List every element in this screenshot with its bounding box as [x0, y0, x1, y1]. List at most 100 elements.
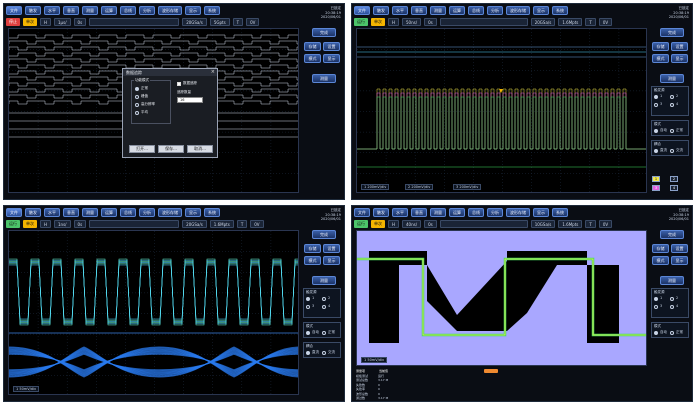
- menu-item[interactable]: 测量: [82, 6, 98, 15]
- run-stop-button[interactable]: 停止: [6, 17, 20, 26]
- measure-button[interactable]: 测量: [312, 74, 336, 83]
- menu-item[interactable]: 测量: [82, 208, 98, 217]
- menu-item[interactable]: 总线: [120, 208, 136, 217]
- mode-button[interactable]: 模式: [304, 256, 321, 265]
- menu-item[interactable]: 系统: [204, 6, 220, 15]
- source-3-radio[interactable]: [654, 103, 658, 107]
- menu-item[interactable]: 系统: [552, 208, 568, 217]
- menu-item[interactable]: 水平: [44, 6, 60, 15]
- menu-item[interactable]: 触发: [373, 208, 389, 217]
- close-icon[interactable]: ×: [211, 69, 215, 76]
- done-button[interactable]: 完成: [312, 230, 336, 239]
- trigger-level[interactable]: 0V: [246, 17, 260, 26]
- menu-item[interactable]: 运算: [449, 6, 465, 15]
- mode-normal-radio[interactable]: [670, 331, 674, 335]
- display-button[interactable]: 显示: [671, 54, 688, 63]
- source-4-radio[interactable]: [670, 305, 674, 309]
- menu-item[interactable]: 测量: [430, 6, 446, 15]
- count-select[interactable]: 16: [177, 97, 203, 103]
- channel-2-swatch[interactable]: 2: [670, 176, 678, 182]
- store-button[interactable]: 存储: [652, 42, 669, 51]
- menu-item[interactable]: 文件: [6, 208, 22, 217]
- timebase-value[interactable]: 40ns/: [402, 219, 422, 228]
- cancel-button[interactable]: 取消...: [187, 145, 213, 153]
- run-stop-button[interactable]: 运行: [354, 17, 368, 26]
- menu-item[interactable]: 水平: [44, 208, 60, 217]
- mode-auto-radio[interactable]: [654, 129, 658, 133]
- menu-item[interactable]: 垂直: [63, 6, 79, 15]
- measure-button[interactable]: 测量: [312, 276, 336, 285]
- menu-item[interactable]: 波形存储: [506, 208, 530, 217]
- menu-item[interactable]: 文件: [6, 6, 22, 15]
- mask-position-marker[interactable]: [484, 369, 498, 373]
- channel-3-scale[interactable]: 3 200mV/div: [453, 184, 482, 190]
- menu-item[interactable]: 垂直: [411, 6, 427, 15]
- delay-value[interactable]: 0s: [424, 219, 437, 228]
- menu-item[interactable]: 总线: [120, 6, 136, 15]
- menu-item[interactable]: 触发: [25, 6, 41, 15]
- channel-1-swatch[interactable]: 1: [652, 176, 660, 182]
- single-button[interactable]: 单次: [23, 17, 37, 26]
- run-stop-button[interactable]: 运行: [354, 219, 368, 228]
- channel-1-scale[interactable]: 1 50mV/div: [13, 386, 40, 392]
- mode-normal-radio[interactable]: [670, 129, 674, 133]
- mode-normal-radio[interactable]: [322, 331, 326, 335]
- channel-1-scale[interactable]: 1 50mV/div: [361, 357, 388, 363]
- source-2-radio[interactable]: [670, 297, 674, 301]
- menu-item[interactable]: 系统: [204, 208, 220, 217]
- source-2-radio[interactable]: [322, 297, 326, 301]
- done-button[interactable]: 完成: [312, 28, 336, 37]
- menu-item[interactable]: 波形存储: [158, 208, 182, 217]
- menu-item[interactable]: 水平: [392, 6, 408, 15]
- source-3-radio[interactable]: [306, 305, 310, 309]
- mode-button[interactable]: 模式: [304, 54, 321, 63]
- coupling-ac-radio[interactable]: [670, 149, 674, 153]
- measure-button[interactable]: 测量: [660, 276, 684, 285]
- data-trace-checkbox[interactable]: [177, 82, 181, 86]
- menu-item[interactable]: 文件: [354, 6, 370, 15]
- source-2-radio[interactable]: [670, 95, 674, 99]
- timebase-value[interactable]: 1μs/: [54, 17, 71, 26]
- mode-auto-radio[interactable]: [654, 331, 658, 335]
- menu-item[interactable]: 文件: [354, 208, 370, 217]
- setup-button[interactable]: 设置: [671, 244, 688, 253]
- timebase-value[interactable]: 50ns/: [402, 17, 422, 26]
- coupling-dc-radio[interactable]: [654, 149, 658, 153]
- coupling-ac-radio[interactable]: [322, 351, 326, 355]
- display-button[interactable]: 显示: [671, 256, 688, 265]
- single-button[interactable]: 单次: [371, 17, 385, 26]
- menu-item[interactable]: 触发: [25, 208, 41, 217]
- menu-item[interactable]: 测量: [430, 208, 446, 217]
- channel-2-scale[interactable]: 2 200mV/div: [405, 184, 434, 190]
- menu-item[interactable]: 运算: [449, 208, 465, 217]
- coupling-dc-radio[interactable]: [306, 351, 310, 355]
- setup-button[interactable]: 设置: [323, 42, 340, 51]
- run-stop-button[interactable]: 运行: [6, 219, 20, 228]
- setup-button[interactable]: 设置: [323, 244, 340, 253]
- timebase-value[interactable]: 1ns/: [54, 219, 71, 228]
- setup-button[interactable]: 设置: [671, 42, 688, 51]
- radio-high-res[interactable]: [135, 103, 139, 107]
- radio-normal[interactable]: [135, 87, 139, 91]
- channel-1-scale[interactable]: 1 200mV/div: [361, 184, 390, 190]
- save-button[interactable]: 保存...: [158, 145, 184, 153]
- source-1-radio[interactable]: [306, 297, 310, 301]
- menu-item[interactable]: 显示: [185, 6, 201, 15]
- waveform-display[interactable]: 1 200mV/div 2 200mV/div 3 200mV/div: [356, 28, 647, 193]
- trigger-level[interactable]: 0V: [250, 219, 264, 228]
- waveform-display[interactable]: 1 50mV/div: [8, 230, 299, 395]
- menu-item[interactable]: 总线: [468, 6, 484, 15]
- menu-item[interactable]: 分析: [139, 6, 155, 15]
- display-button[interactable]: 显示: [323, 54, 340, 63]
- menu-item[interactable]: 水平: [392, 208, 408, 217]
- menu-item[interactable]: 显示: [185, 208, 201, 217]
- menu-item[interactable]: 垂直: [411, 208, 427, 217]
- menu-item[interactable]: 显示: [533, 6, 549, 15]
- mode-auto-radio[interactable]: [306, 331, 310, 335]
- store-button[interactable]: 存储: [304, 244, 321, 253]
- trigger-level[interactable]: 0V: [598, 17, 613, 26]
- delay-value[interactable]: 0s: [424, 17, 437, 26]
- menu-item[interactable]: 波形存储: [506, 6, 530, 15]
- delay-value[interactable]: 0s: [73, 219, 87, 228]
- menu-item[interactable]: 波形存储: [158, 6, 182, 15]
